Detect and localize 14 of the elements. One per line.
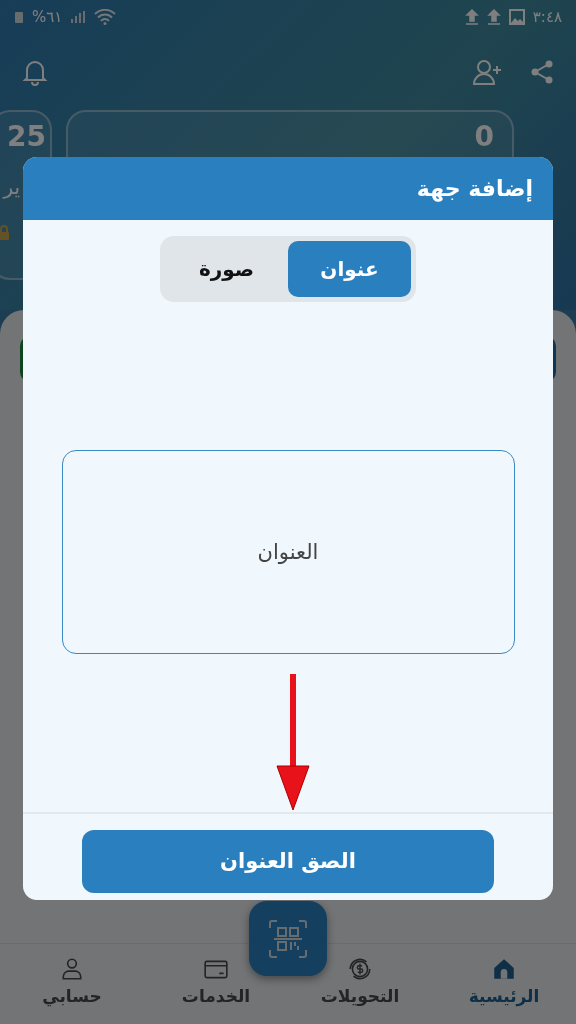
tab[interactable]: صورة xyxy=(165,240,288,297)
nav-tab[interactable]: حسابي xyxy=(12,944,132,1024)
nav-tab[interactable]: الرئيسية xyxy=(444,944,564,1024)
balance-value: 0 xyxy=(474,120,494,153)
balance-label: ير xyxy=(3,175,20,199)
dialog-title: إضافة جهة xyxy=(416,175,533,201)
nav-tab[interactable]: الخدمات xyxy=(156,944,276,1024)
paste-address-button[interactable]: الصق العنوان xyxy=(82,829,494,893)
battery-percentage: %٦١ xyxy=(32,8,63,26)
status-time: ٣:٤٨ xyxy=(532,8,562,26)
balance-value: 25 xyxy=(7,120,46,153)
address-field[interactable]: العنوان xyxy=(61,449,515,654)
nav-tab[interactable]: التحويلات xyxy=(300,944,420,1024)
tab[interactable]: عنوان xyxy=(288,240,411,297)
